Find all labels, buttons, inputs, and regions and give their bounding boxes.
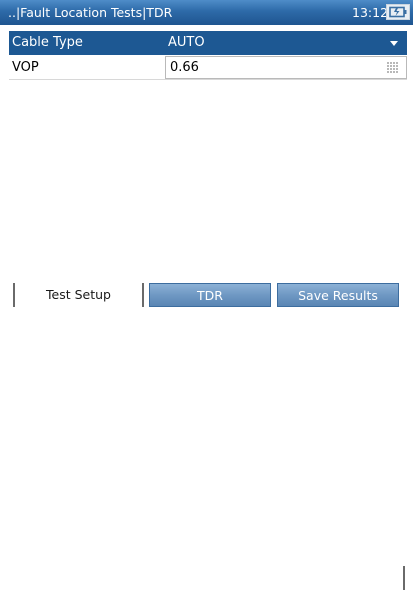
vop-field[interactable]: 0.66 [165,56,407,79]
tab-bar: Test Setup TDR Save Results [0,283,413,590]
tab-test-setup[interactable]: Test Setup [13,283,144,307]
clock-time: 13:12 [352,5,389,20]
tab-save-results[interactable]: Save Results [277,283,399,307]
keypad-icon[interactable] [387,62,399,78]
vop-value: 0.66 [170,60,199,75]
chevron-down-icon[interactable] [390,41,398,46]
title-bar: ..|Fault Location Tests|TDR 13:12 [0,0,413,25]
cable-type-label: Cable Type [12,35,83,50]
vop-label: VOP [12,60,39,75]
tab-tdr[interactable]: TDR [149,283,271,307]
content-area [9,80,407,282]
battery-icon [386,4,410,20]
breadcrumb[interactable]: ..|Fault Location Tests|TDR [8,5,172,20]
cable-type-value[interactable]: AUTO [168,35,205,50]
tab-bar-edge [403,566,407,590]
cable-type-row[interactable]: Cable Type AUTO [9,31,407,55]
vop-row: VOP 0.66 [9,56,407,80]
